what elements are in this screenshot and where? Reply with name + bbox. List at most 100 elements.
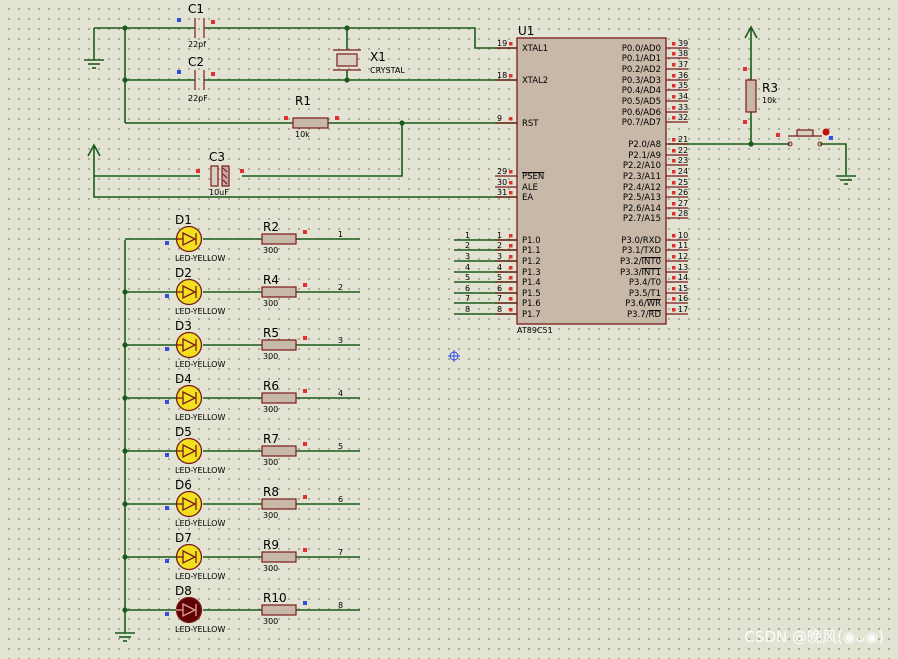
led-d5[interactable]: D5 LED-YELLOW [165,425,225,475]
pin-name: P2.3/A11 [623,172,661,182]
pin-name: P0.0/AD0 [622,44,661,54]
led-d3[interactable]: D3 LED-YELLOW [165,319,225,369]
pin-name: P2.7/A15 [623,214,661,224]
pin-number: 11 [678,241,688,250]
pin-name: P3.7/RD [627,310,661,320]
pin-state-high [672,276,676,280]
led-d6[interactable]: D6 LED-YELLOW [165,478,225,528]
pin-state-low [165,294,169,298]
pin-name: P2.1/A9 [628,151,661,161]
pin-state-high [672,212,676,216]
pin-state-high [509,287,513,291]
pin-state-high [672,170,676,174]
pin-number: 9 [497,114,502,123]
pin-state-low [177,18,181,22]
pin-number: 16 [678,294,688,303]
pin-state [303,283,307,287]
pin-name: P2.6/A14 [623,204,661,214]
pin-state-low [165,506,169,510]
pin-name: P3.6/WR [625,299,661,309]
pin-state-high [509,181,513,185]
wires [93,27,847,630]
pin-name: P2.4/A12 [623,183,661,193]
led-d7[interactable]: D7 LED-YELLOW [165,531,225,581]
pin-name: P0.1/AD1 [622,54,661,64]
led-d1[interactable]: D1 LED-YELLOW [165,213,225,263]
led-d4[interactable]: D4 LED-YELLOW [165,372,225,422]
pin-number: 29 [497,167,507,176]
pin-state [303,548,307,552]
led-row: D5 LED-YELLOW R7 300 5 [125,425,360,475]
pin-name: P2.2/A10 [623,161,661,171]
resistor-value: 300 [263,352,278,361]
pin-state-high [509,117,513,121]
p1-net-label: 1 [465,231,470,240]
resistor-r6[interactable]: R6 300 [261,379,307,414]
resistor-r2[interactable]: R2 300 [261,220,307,255]
crystal-x1[interactable]: X1 CRYSTAL [333,49,405,75]
pin-name: P1.3 [522,268,541,278]
pin-state-high [743,67,747,71]
pin-state-high [672,138,676,142]
led-row: D1 LED-YELLOW R2 300 1 [125,213,360,263]
resistor-ref: R6 [263,379,279,393]
x1-ref: X1 [370,50,386,64]
pin-number: 19 [497,39,507,48]
pin-state-high [672,106,676,110]
pin-number: 31 [497,188,507,197]
pin-name: P0.6/AD6 [622,108,661,118]
pin-number: 24 [678,167,688,176]
led-row: D8 LED-YELLOW R10 300 8 [125,584,360,634]
r3-value: 10k [762,96,777,105]
pin-name: P3.4/T0 [629,278,661,288]
pin-state-high [672,63,676,67]
pin-state-high [509,276,513,280]
resistor-r10[interactable]: R10 300 [261,591,307,626]
pin-name: P1.6 [522,299,541,309]
pin-state-high [672,159,676,163]
pin-state-low [165,347,169,351]
crosshair-marker [448,350,460,362]
pin-state-high [672,234,676,238]
resistor-r1[interactable]: R1 10k [284,94,339,139]
pin-number: 22 [678,146,688,155]
ground-symbol-led [115,630,135,642]
pin-state-high [672,95,676,99]
led-ref: D3 [175,319,192,333]
ground-symbol-top [84,55,104,69]
led-ref: D1 [175,213,192,227]
capacitor-c3[interactable]: C3 10uF [196,150,244,197]
led-d8[interactable]: D8 LED-YELLOW [165,584,225,634]
ground-symbol-switch [836,175,856,185]
resistor-r5[interactable]: R5 300 [261,326,307,361]
pin-state-high [509,297,513,301]
resistor-r4[interactable]: R4 300 [261,273,307,308]
pin-state-high [743,120,747,124]
pin-name: P0.7/AD7 [622,118,661,128]
pin-state-high [509,74,513,78]
resistor-r3[interactable]: R3 10k [743,67,778,124]
pin-state-high [672,149,676,153]
pin-number: 34 [678,92,688,101]
pin-state-high [672,297,676,301]
pin-number: 5 [497,273,502,282]
net-label: 2 [338,283,343,292]
resistor-r9[interactable]: R9 300 [261,538,307,573]
resistor-r8[interactable]: R8 300 [261,485,307,520]
capacitor-c2[interactable]: C2 22pF [177,55,215,103]
pin-number: 4 [497,263,502,272]
capacitor-c1[interactable]: C1 22pf [177,2,215,49]
led-rows: D1 LED-YELLOW R2 300 1 D2 LED-YELLOW R4 300 2 D3 LE… [125,213,360,634]
led-d2[interactable]: D2 LED-YELLOW [165,266,225,316]
mcu-u1[interactable]: U1 AT89C51 19XTAL118XTAL29RST29PSEN30ALE… [495,24,688,335]
led-type: LED-YELLOW [175,625,225,634]
net-label: 5 [338,442,343,451]
c1-ref: C1 [188,2,204,16]
resistor-r7[interactable]: R7 300 [261,432,307,467]
resistor-ref: R4 [263,273,279,287]
pin-state-high [509,234,513,238]
pin-state [303,495,307,499]
pin-name: P3.3/INT1 [620,268,661,278]
pin-state-high [509,191,513,195]
c3-value: 10uF [209,188,229,197]
